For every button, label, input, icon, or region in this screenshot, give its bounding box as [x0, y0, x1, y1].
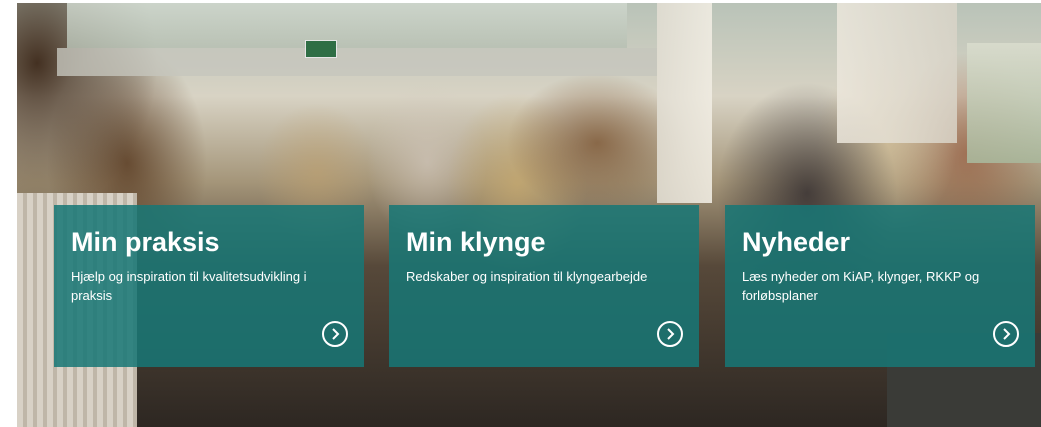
card-title: Nyheder	[742, 227, 851, 257]
card-min-klynge[interactable]: Min klynge Redskaber og inspiration til …	[389, 205, 699, 367]
exit-sign	[305, 40, 337, 58]
card-description: Hjælp og inspiration til kvalitetsudvikl…	[71, 269, 307, 303]
card-min-praksis[interactable]: Min praksis Hjælp og inspiration til kva…	[54, 205, 364, 367]
card-nyheder[interactable]: Nyheder Læs nyheder om KiAP, klynger, RK…	[725, 205, 1035, 367]
chevron-right-circle-icon[interactable]	[657, 321, 683, 347]
chevron-right-circle-icon[interactable]	[322, 321, 348, 347]
chevron-right-circle-icon[interactable]	[993, 321, 1019, 347]
card-description: Redskaber og inspiration til klyngearbej…	[406, 269, 648, 284]
photo-detail	[967, 43, 1041, 163]
photo-detail	[67, 3, 627, 48]
photo-detail	[57, 48, 657, 76]
photo-detail	[837, 3, 957, 143]
photo-detail	[657, 3, 712, 203]
card-description: Læs nyheder om KiAP, klynger, RKKP og fo…	[742, 269, 980, 303]
card-title: Min klynge	[406, 227, 546, 257]
card-title: Min praksis	[71, 227, 220, 257]
